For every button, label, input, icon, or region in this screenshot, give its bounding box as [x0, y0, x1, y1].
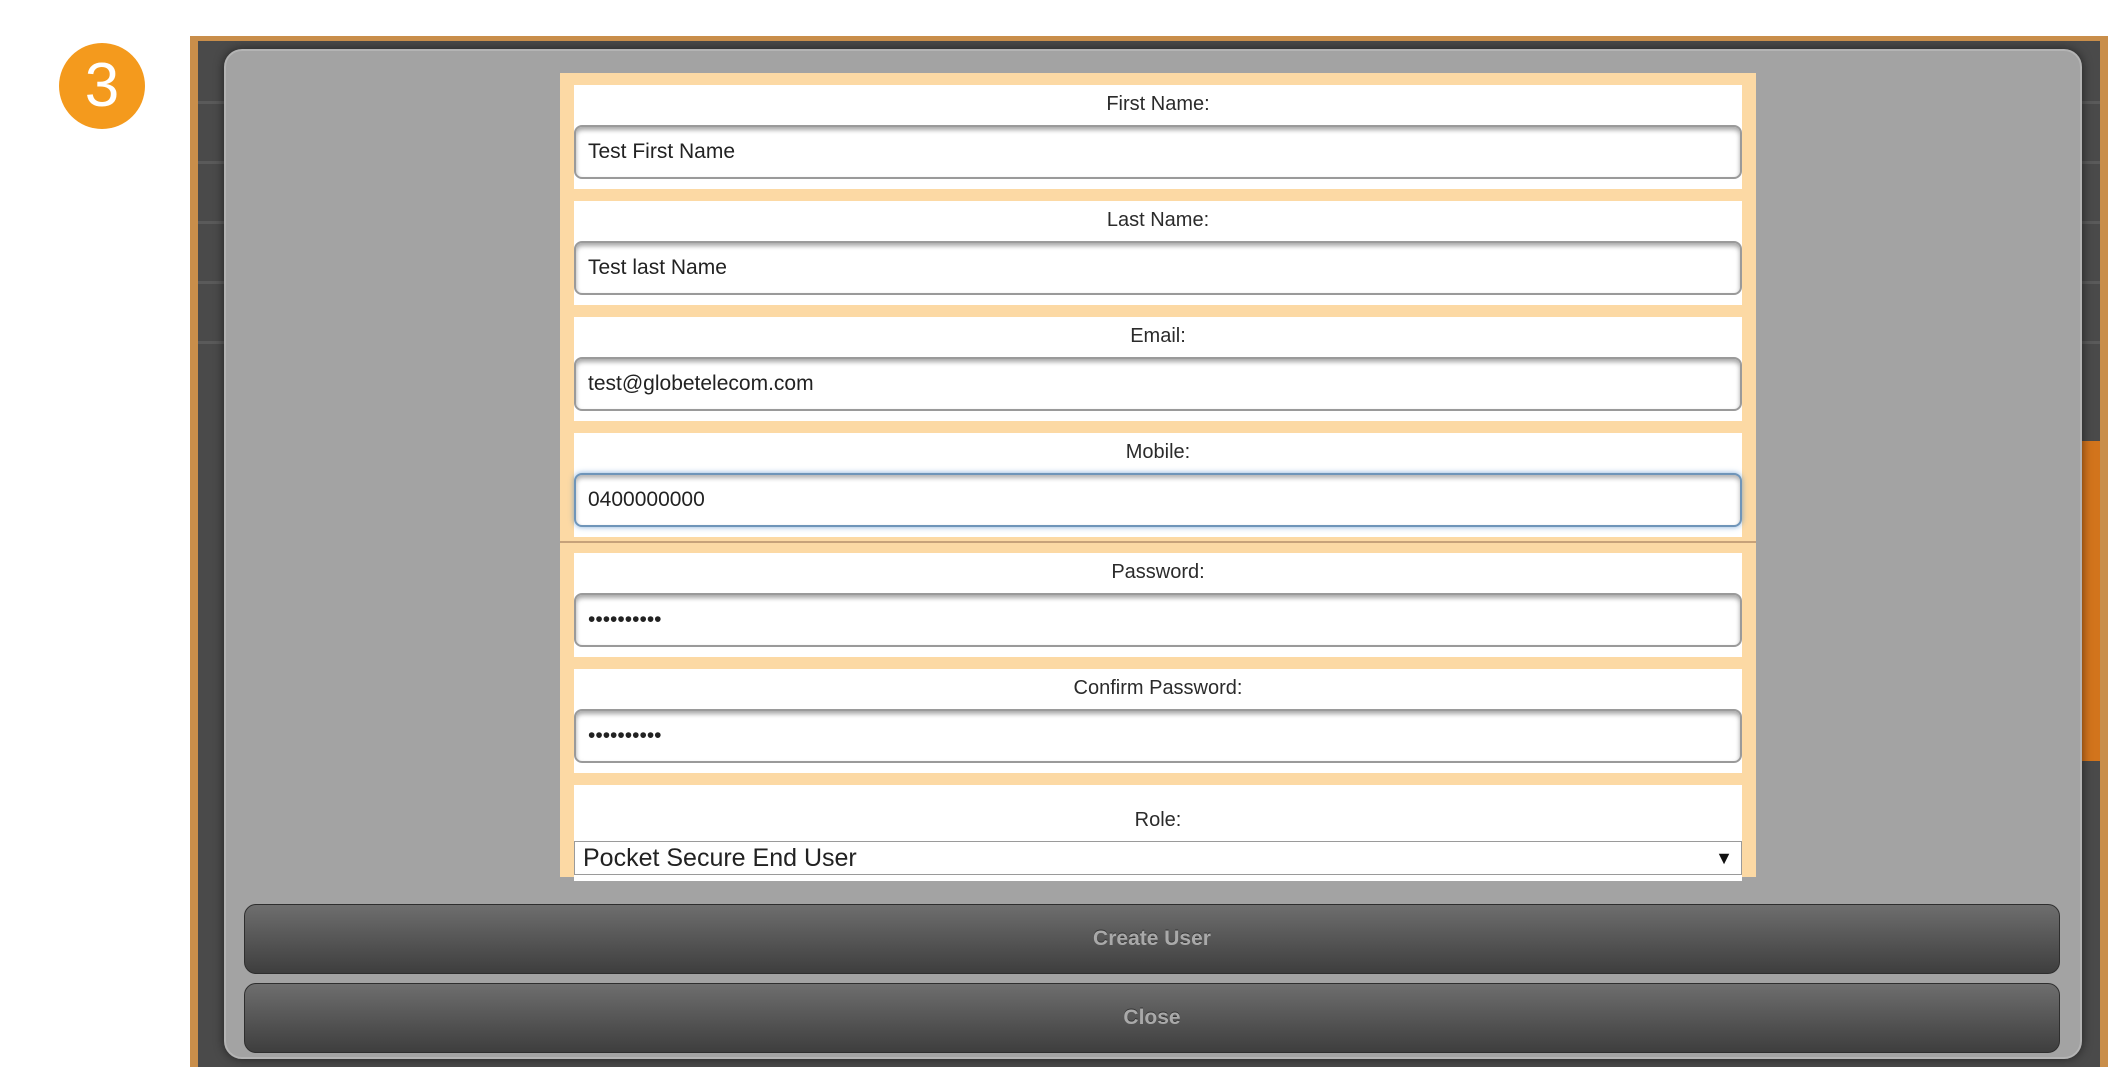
mobile-label: Mobile: [1125, 441, 1191, 463]
email-field: Email: [574, 317, 1742, 421]
form-divider [560, 541, 1756, 543]
email-label: Email: [1130, 325, 1186, 347]
last-name-field: Last Name: [574, 201, 1742, 305]
dropdown-arrow-icon: ▼ [1715, 848, 1733, 868]
last-name-label: Last Name: [1106, 209, 1210, 231]
last-name-input[interactable] [574, 241, 1742, 295]
page: 3 First Name: Last Name: Email: [0, 0, 2124, 1067]
mobile-field: Mobile: [574, 433, 1742, 537]
step-number-badge: 3 [59, 43, 145, 129]
first-name-input[interactable] [574, 125, 1742, 179]
confirm-password-input[interactable] [574, 709, 1742, 763]
user-form: First Name: Last Name: Email: Mobile: [560, 73, 1756, 881]
password-label: Password: [1111, 561, 1205, 583]
create-user-dialog: First Name: Last Name: Email: Mobile: [224, 49, 2082, 1059]
mobile-input[interactable] [574, 473, 1742, 527]
role-label: Role: [1134, 809, 1182, 831]
email-input[interactable] [574, 357, 1742, 411]
role-select[interactable]: Pocket Secure End User ▼ [574, 841, 1742, 875]
app-frame: First Name: Last Name: Email: Mobile: [190, 36, 2108, 1067]
confirm-password-label: Confirm Password: [1073, 677, 1243, 699]
first-name-label: First Name: [1106, 93, 1210, 115]
first-name-field: First Name: [574, 85, 1742, 189]
password-field: Password: [574, 553, 1742, 657]
confirm-password-field: Confirm Password: [574, 669, 1742, 773]
role-field: Role: Pocket Secure End User ▼ [574, 785, 1742, 881]
close-button[interactable]: Close [244, 983, 2060, 1053]
password-input[interactable] [574, 593, 1742, 647]
role-selected-value: Pocket Secure End User [583, 844, 857, 872]
create-user-button[interactable]: Create User [244, 904, 2060, 974]
